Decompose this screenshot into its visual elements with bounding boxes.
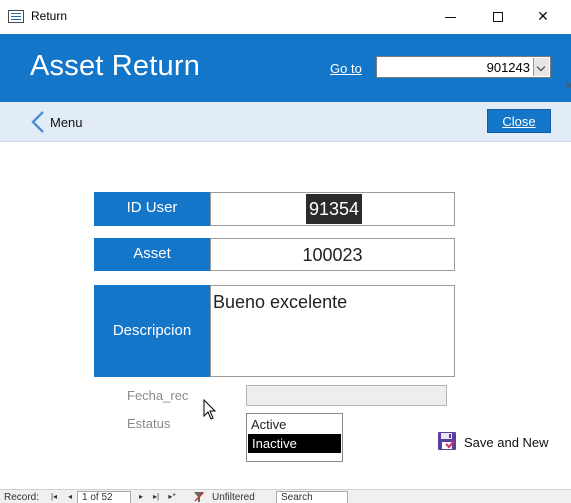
descripcion-field[interactable]: Bueno excelente	[210, 285, 455, 377]
asset-label: Asset	[94, 238, 210, 271]
new-record-icon[interactable]: ▸*	[166, 491, 178, 503]
record-label: Record:	[4, 492, 40, 503]
goto-value: 901243	[486, 60, 530, 75]
next-record-icon[interactable]: ▸	[135, 491, 147, 503]
estatus-label: Estatus	[127, 416, 171, 431]
save-and-new-label: Save and New	[464, 435, 549, 450]
save-and-new-button[interactable]: Save and New	[437, 430, 562, 454]
estatus-option-active[interactable]: Active	[247, 415, 342, 434]
first-record-icon[interactable]: |◂	[48, 491, 60, 503]
filter-status[interactable]: Unfiltered	[212, 492, 255, 503]
form-icon	[8, 10, 24, 23]
record-navigation-bar: Record: |◂ ◂ 1 of 52 ▸ ▸| ▸* Unfiltered …	[0, 489, 571, 503]
disk-icon	[438, 432, 456, 450]
record-position-field[interactable]: 1 of 52	[77, 491, 131, 503]
window-close-button[interactable]: ✕	[530, 4, 556, 28]
goto-label: Go to	[330, 61, 362, 76]
fecha-rec-label: Fecha_rec	[127, 388, 189, 403]
edge-glyph: w	[566, 80, 571, 91]
page-title: Asset Return	[30, 50, 201, 82]
asset-field[interactable]: 100023	[210, 238, 455, 271]
chevron-left-icon[interactable]	[30, 110, 46, 134]
access-form-window: Return ✕ Asset Return Go to 901243 Menu …	[0, 0, 571, 503]
id-user-field[interactable]: 91354	[210, 192, 455, 226]
last-record-icon[interactable]: ▸|	[150, 491, 162, 503]
menu-link[interactable]: Menu	[50, 115, 83, 130]
funnel-icon[interactable]	[194, 492, 204, 502]
title-bar: Return ✕	[0, 0, 571, 34]
maximize-button[interactable]	[485, 4, 511, 28]
id-user-label: ID User	[94, 192, 210, 226]
mouse-cursor-icon	[203, 399, 217, 420]
search-input[interactable]: Search	[276, 491, 348, 503]
navigation-bar: Menu Close	[0, 102, 571, 142]
estatus-listbox[interactable]: Active Inactive	[246, 413, 343, 462]
descripcion-label: Descripcion	[94, 285, 210, 377]
chevron-down-icon[interactable]	[533, 58, 549, 76]
close-button[interactable]: Close	[487, 109, 551, 133]
window-title: Return	[31, 9, 68, 23]
id-user-value: 91354	[306, 194, 362, 224]
previous-record-icon[interactable]: ◂	[64, 491, 76, 503]
form-header: Asset Return Go to 901243	[0, 34, 571, 102]
goto-combobox[interactable]: 901243	[376, 56, 551, 78]
fecha-rec-field[interactable]	[246, 385, 447, 406]
minimize-button[interactable]	[437, 4, 463, 28]
estatus-option-inactive[interactable]: Inactive	[248, 434, 341, 453]
